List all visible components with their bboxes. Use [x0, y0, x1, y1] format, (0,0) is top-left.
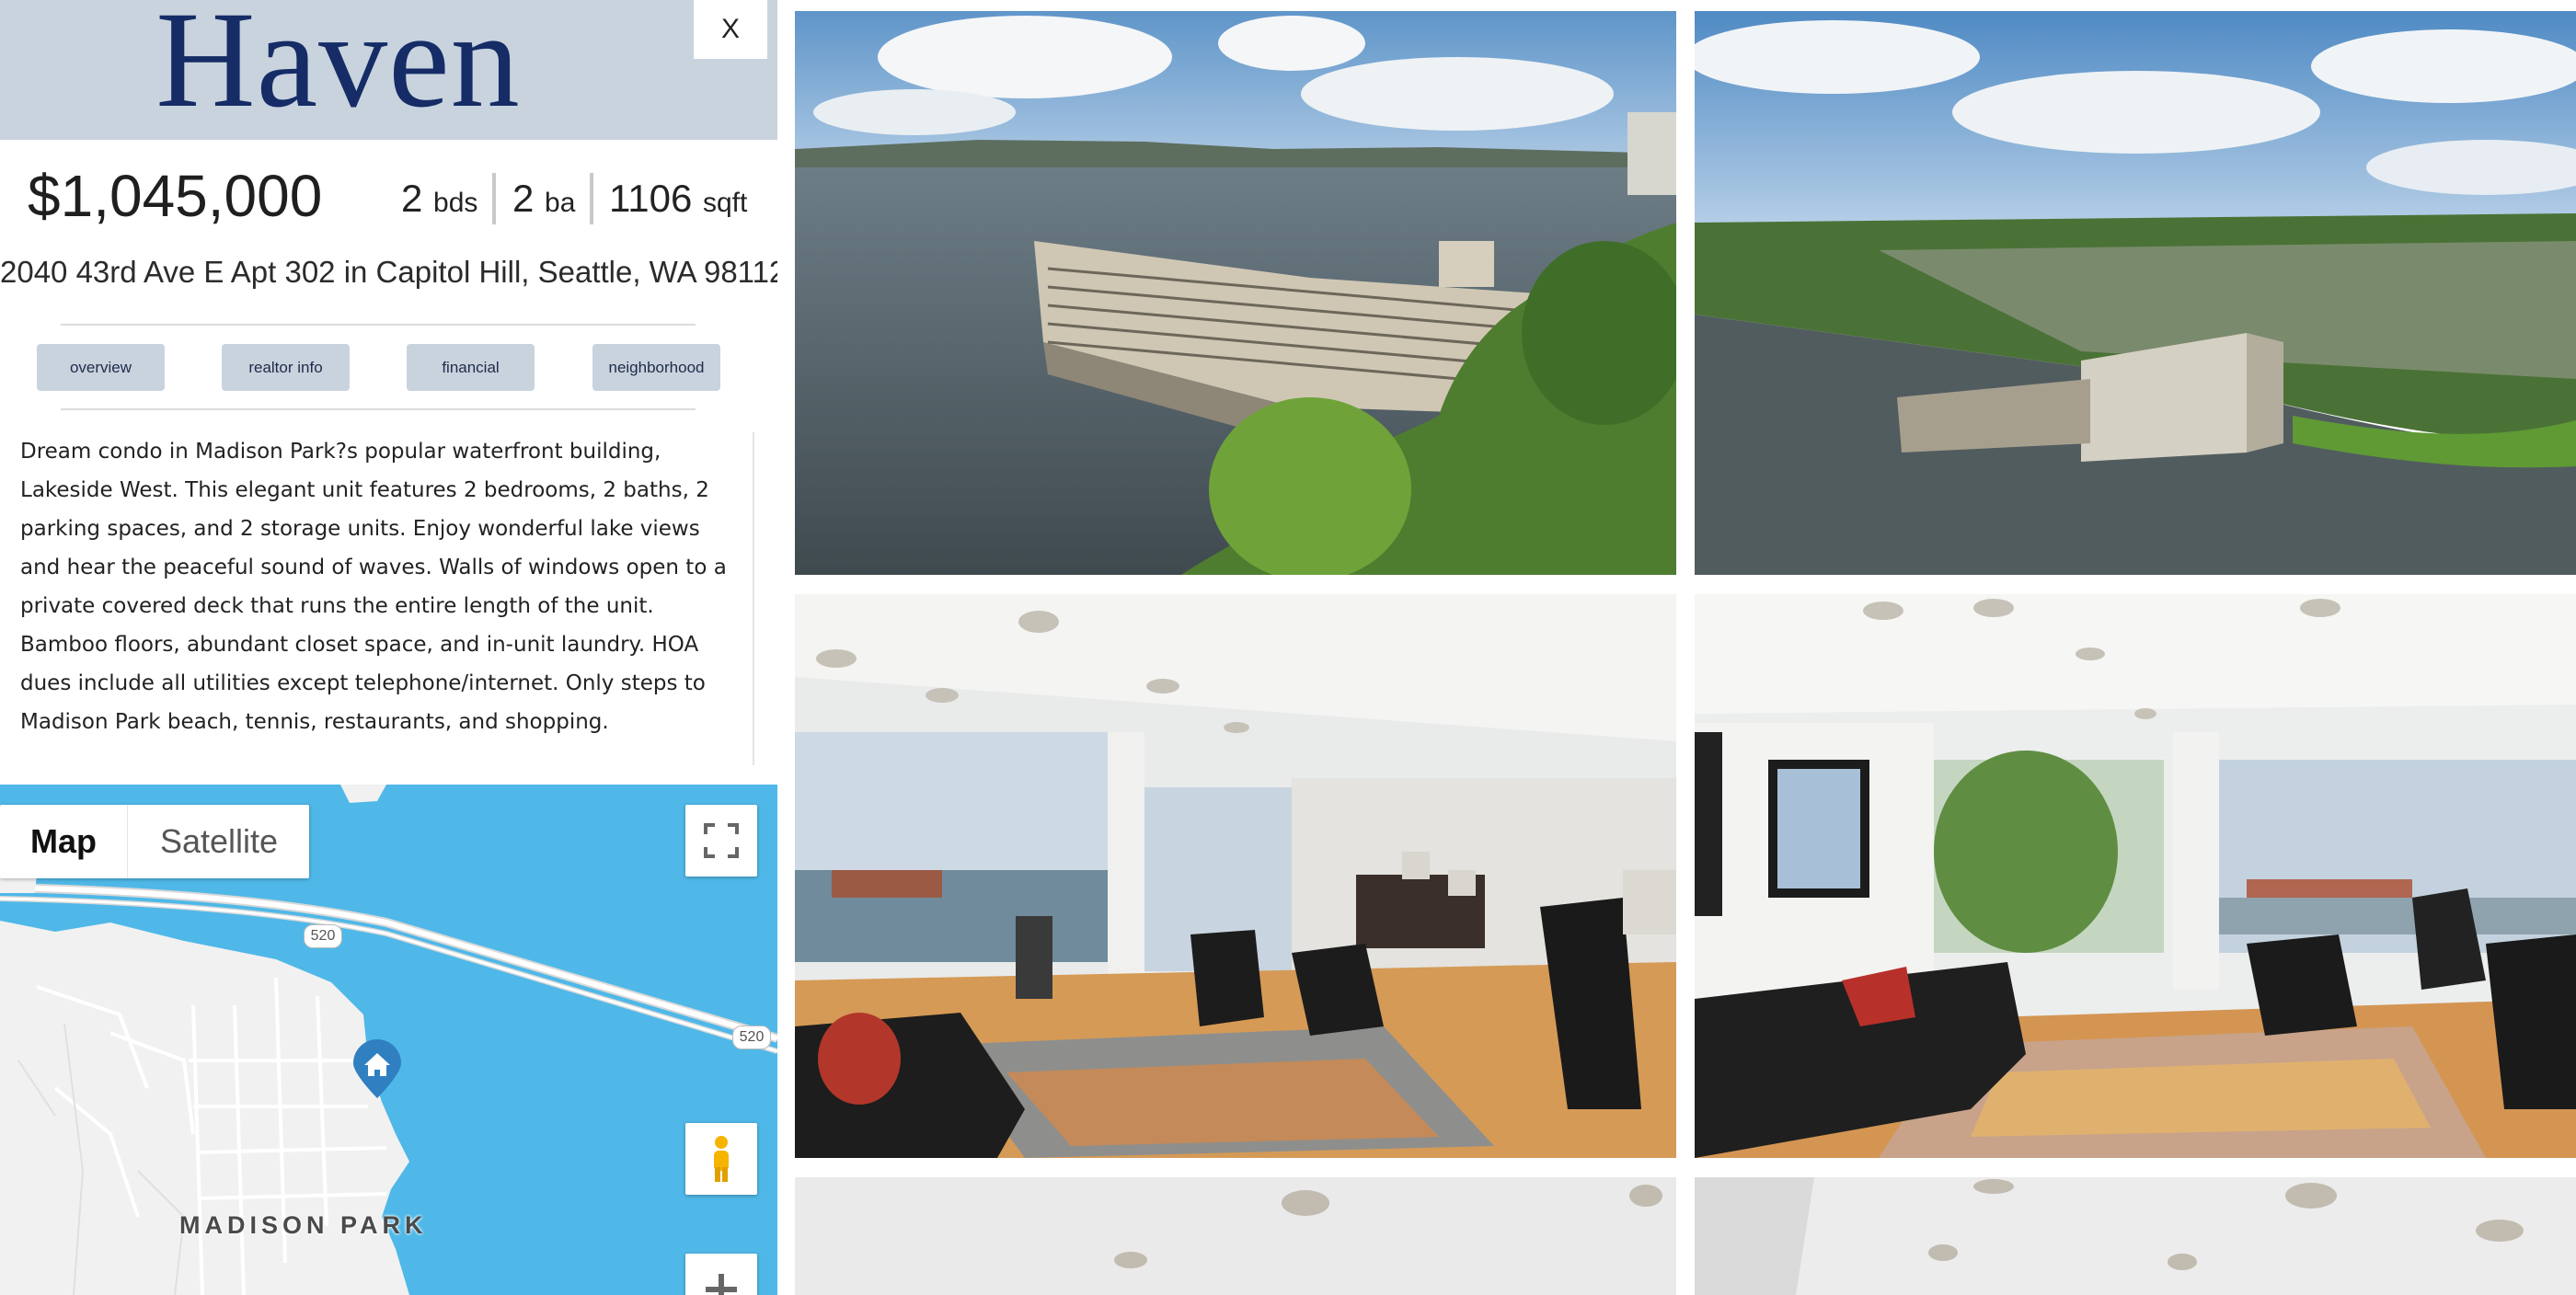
- listing-summary: $1,045,000 2 bds 2 ba 1106 sqft: [0, 156, 777, 235]
- aerial-neighborhood-photo: [1695, 11, 2576, 575]
- baths-value: 2: [512, 177, 535, 220]
- brand-header: Haven X: [0, 0, 777, 140]
- listing-photo[interactable]: [795, 1177, 1676, 1295]
- street-view-pegman[interactable]: [685, 1123, 757, 1195]
- brand-logo: Haven: [155, 0, 521, 136]
- divider: [61, 324, 696, 326]
- map-view-button[interactable]: Map: [0, 805, 127, 878]
- land-area: [340, 785, 386, 803]
- close-button[interactable]: X: [694, 0, 767, 59]
- listing-photo[interactable]: [1695, 594, 2576, 1158]
- tab-overview[interactable]: overview: [37, 344, 165, 391]
- listing-address: 2040 43rd Ave E Apt 302 in Capitol Hill,…: [0, 255, 777, 289]
- listing-price: $1,045,000: [28, 163, 323, 229]
- satellite-view-button[interactable]: Satellite: [127, 805, 310, 878]
- sqft-unit: sqft: [703, 188, 748, 218]
- baths-unit: ba: [545, 188, 576, 218]
- highway-shield: 520: [732, 1026, 771, 1049]
- fullscreen-icon: [704, 823, 739, 858]
- listing-description: Dream condo in Madison Park?s popular wa…: [20, 440, 727, 734]
- description-scroll-area[interactable]: Dream condo in Madison Park?s popular wa…: [0, 432, 754, 765]
- tab-realtor-info[interactable]: realtor info: [222, 344, 350, 391]
- plus-icon: [706, 1274, 737, 1295]
- baths-stat: 2 ba: [512, 173, 575, 229]
- neighborhood-map[interactable]: 520 520 Map Satellite MADISON PARK: [0, 785, 777, 1295]
- listing-photo[interactable]: [1695, 11, 2576, 575]
- listing-panel: Haven X $1,045,000 2 bds 2 ba 1106 sqft …: [0, 0, 777, 1295]
- property-marker[interactable]: [351, 1039, 403, 1100]
- living-room-sofa-photo: [1695, 594, 2576, 1158]
- neighborhood-label: MADISON PARK: [179, 1211, 428, 1239]
- beds-stat: 2 bds: [401, 173, 477, 229]
- stat-divider: [590, 173, 593, 224]
- aerial-building-photo: [795, 11, 1676, 575]
- divider: [61, 408, 696, 410]
- ceiling-photo: [1695, 1177, 2576, 1295]
- ceiling-photo: [795, 1177, 1676, 1295]
- tab-financial[interactable]: financial: [407, 344, 535, 391]
- home-marker-icon: [353, 1039, 401, 1098]
- listing-photo[interactable]: [1695, 1177, 2576, 1295]
- living-room-photo: [795, 594, 1676, 1158]
- zoom-in-button[interactable]: [685, 1254, 757, 1295]
- listing-photo[interactable]: [795, 11, 1676, 575]
- sqft-stat: 1106 sqft: [609, 173, 747, 229]
- tab-neighborhood[interactable]: neighborhood: [592, 344, 720, 391]
- highway-shield: 520: [304, 924, 342, 948]
- map-type-control: Map Satellite: [0, 805, 309, 878]
- pegman-icon: [714, 1136, 729, 1182]
- fullscreen-button[interactable]: [685, 805, 757, 877]
- beds-value: 2: [401, 177, 423, 220]
- stat-divider: [492, 173, 496, 224]
- sqft-value: 1106: [609, 177, 693, 220]
- listing-photo[interactable]: [795, 594, 1676, 1158]
- beds-unit: bds: [433, 188, 478, 218]
